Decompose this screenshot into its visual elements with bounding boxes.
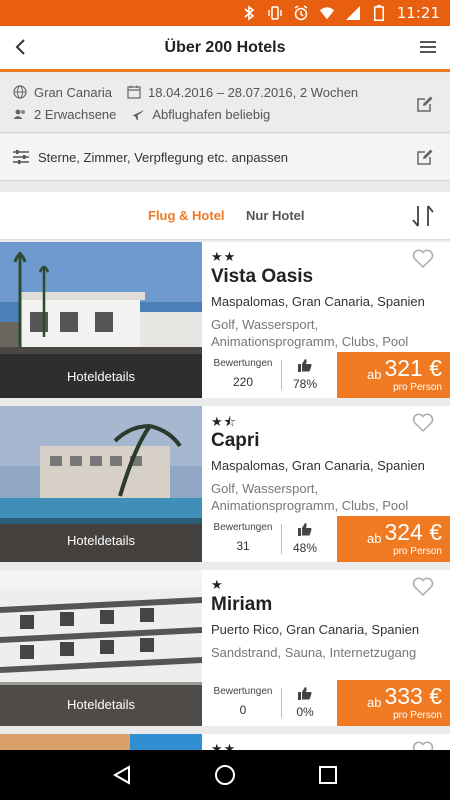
hotel-card[interactable]: Hoteldetails ★★ Vista Oasis Maspalomas, … xyxy=(0,242,450,398)
recommend-percent: 48% xyxy=(292,541,318,555)
status-bar: 11:21 xyxy=(0,0,450,26)
hotel-details-link[interactable]: Hoteldetails xyxy=(0,682,202,726)
hotel-name: Capri xyxy=(211,430,260,451)
page-title: Über 200 Hotels xyxy=(164,38,286,56)
hotel-features: Sandstrand, Sauna, Internetzugang xyxy=(211,645,417,660)
price-value: 333 € xyxy=(384,683,442,709)
calendar-icon xyxy=(126,84,142,100)
filter-label: Sterne, Zimmer, Verpflegung etc. anpasse… xyxy=(38,149,289,165)
price-prefix: ab xyxy=(367,695,382,710)
system-nav-bar xyxy=(0,750,450,800)
reviews-label: Bewertungen xyxy=(213,522,273,533)
recommend-block: 78% xyxy=(285,352,325,398)
hotel-details-link[interactable]: Hoteldetails xyxy=(0,354,202,398)
globe-icon xyxy=(12,84,28,100)
search-summary-row-1: Gran Canaria 18.04.2016 – 28.07.2016, 2 … xyxy=(12,84,358,100)
bluetooth-icon xyxy=(241,5,257,21)
sort-icon[interactable] xyxy=(410,204,436,228)
heart-icon[interactable] xyxy=(412,249,434,269)
price-prefix: ab xyxy=(367,367,382,382)
hotel-photo[interactable]: Hoteldetails xyxy=(0,242,202,398)
alarm-icon xyxy=(293,5,309,21)
hotel-location: Puerto Rico, Gran Canaria, Spanien xyxy=(211,622,420,637)
hotel-card[interactable]: Hoteldetails ★ Miriam Puerto Rico, Gran … xyxy=(0,570,450,726)
reviews-block: Bewertungen 0 xyxy=(205,680,281,726)
nav-back-icon[interactable] xyxy=(110,763,134,787)
vibrate-icon xyxy=(267,5,283,21)
hotel-name: Vista Oasis xyxy=(211,266,314,287)
app-bar: Über 200 Hotels xyxy=(0,26,450,72)
hotel-details-link[interactable]: Hoteldetails xyxy=(0,518,202,562)
hotel-features: Golf, Wassersport, Animationsprogramm, C… xyxy=(211,481,409,513)
divider xyxy=(281,524,282,554)
trip-type-tabs: Flug & Hotel Nur Hotel xyxy=(0,192,450,240)
reviews-count: 220 xyxy=(232,375,254,389)
thumbs-up-icon xyxy=(285,686,325,700)
hotel-location: Maspalomas, Gran Canaria, Spanien xyxy=(211,458,425,473)
heart-icon[interactable] xyxy=(412,577,434,597)
travelers-text: 2 Erwachsene xyxy=(34,106,117,122)
recommend-percent: 0% xyxy=(296,705,314,719)
star-rating: ★★ xyxy=(211,741,237,750)
nav-recents-icon[interactable] xyxy=(316,763,340,787)
hotel-location: Maspalomas, Gran Canaria, Spanien xyxy=(211,294,425,309)
plane-icon xyxy=(130,106,146,122)
divider xyxy=(281,360,282,390)
star-rating: ★★ xyxy=(211,249,237,264)
price-value: 324 € xyxy=(384,519,442,545)
thumbs-up-icon xyxy=(285,522,325,536)
hotel-name: Miriam xyxy=(211,594,273,615)
wifi-icon xyxy=(319,5,335,21)
search-summary-row-2: 2 Erwachsene Abflughafen beliebig xyxy=(12,106,270,122)
price-prefix: ab xyxy=(367,531,382,546)
recommend-percent: 78% xyxy=(292,377,318,391)
thumbs-up-icon xyxy=(285,358,325,372)
recommend-block: 0% xyxy=(285,680,325,726)
battery-icon xyxy=(371,5,387,21)
hotel-photo[interactable] xyxy=(0,734,202,750)
tab-flight-hotel[interactable]: Flug & Hotel xyxy=(148,208,225,223)
dates-text: 18.04.2016 – 28.07.2016, 2 Wochen xyxy=(148,84,359,100)
back-icon[interactable] xyxy=(8,34,34,60)
hotel-card[interactable]: Hoteldetails ★⯪ Capri Maspalomas, Gran C… xyxy=(0,406,450,562)
price-unit: pro Person xyxy=(393,382,442,393)
destination-text: Gran Canaria xyxy=(34,84,113,100)
edit-icon[interactable] xyxy=(416,148,434,166)
price-button[interactable]: ab 333 € pro Person xyxy=(337,680,450,726)
reviews-label: Bewertungen xyxy=(213,358,273,369)
heart-icon[interactable] xyxy=(412,413,434,433)
search-summary[interactable]: Gran Canaria 18.04.2016 – 28.07.2016, 2 … xyxy=(0,75,450,133)
reviews-count: 31 xyxy=(236,539,250,553)
nav-home-icon[interactable] xyxy=(213,763,237,787)
hotel-photo[interactable]: Hoteldetails xyxy=(0,570,202,726)
heart-icon[interactable] xyxy=(412,741,434,750)
hotel-photo[interactable]: Hoteldetails xyxy=(0,406,202,562)
airport-text: Abflughafen beliebig xyxy=(152,106,271,122)
menu-icon[interactable] xyxy=(418,37,438,57)
hotel-card[interactable]: ★★ xyxy=(0,734,450,750)
recommend-block: 48% xyxy=(285,516,325,562)
hotel-features: Golf, Wassersport, Animationsprogramm, C… xyxy=(211,317,409,349)
price-unit: pro Person xyxy=(393,710,442,721)
filter-row[interactable]: Sterne, Zimmer, Verpflegung etc. anpasse… xyxy=(0,134,450,181)
reviews-block: Bewertungen 220 xyxy=(205,352,281,398)
reviews-label: Bewertungen xyxy=(213,686,273,697)
price-button[interactable]: ab 321 € pro Person xyxy=(337,352,450,398)
star-rating: ★ xyxy=(211,577,224,592)
status-time: 11:21 xyxy=(396,4,440,22)
reviews-count: 0 xyxy=(239,703,247,717)
price-button[interactable]: ab 324 € pro Person xyxy=(337,516,450,562)
people-icon xyxy=(12,106,28,122)
price-unit: pro Person xyxy=(393,546,442,557)
reviews-block: Bewertungen 31 xyxy=(205,516,281,562)
sliders-icon xyxy=(12,148,30,166)
tab-hotel-only[interactable]: Nur Hotel xyxy=(246,208,305,223)
edit-icon[interactable] xyxy=(416,95,434,113)
price-value: 321 € xyxy=(384,355,442,381)
signal-icon xyxy=(345,5,361,21)
divider xyxy=(281,688,282,718)
